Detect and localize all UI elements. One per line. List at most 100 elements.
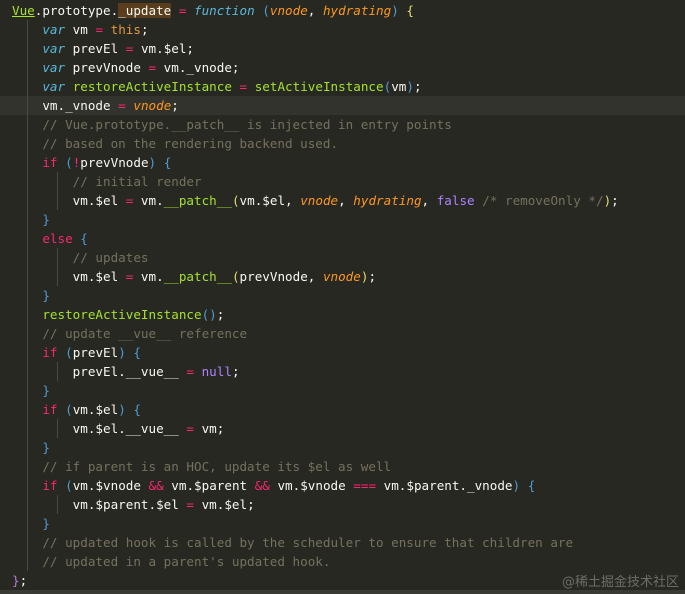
code-text: ; [231,364,240,379]
code-editor[interactable]: Vue.prototype._update = function (vnode,… [0,1,685,590]
operator: = [186,364,194,379]
code-line[interactable]: var restoreActiveInstance = setActiveIns… [0,77,685,96]
code-line[interactable]: restoreActiveInstance(); [0,305,685,324]
indent-guide [57,495,59,514]
indent-guide [57,172,59,191]
bracket: ( [65,478,73,493]
indent-guide [57,191,59,210]
code-text: , [421,193,437,208]
code-line[interactable]: } [0,210,685,229]
code-text: , [307,3,323,18]
indent-guide [27,362,28,381]
bracket: } [42,288,50,303]
indent-guide [27,39,28,58]
bracket: ) [406,79,414,94]
keyword: var [42,60,66,75]
comment: // updated hook is called by the schedul… [42,535,574,550]
code-text: vm.$vnode [72,478,149,493]
code-line[interactable]: // based on the rendering backend used. [0,134,685,153]
constant: false [436,193,475,208]
code-line[interactable]: vm.$el.__vue__ = vm; [0,419,685,438]
code-line[interactable]: // Vue.prototype.__patch__ is injected i… [0,115,685,134]
indent-guide [27,96,28,115]
constant: null [201,364,232,379]
code-text: prevEl.__vue__ [72,364,187,379]
code-text: prevVnode [80,155,149,170]
code-line[interactable]: var vm = this; [0,20,685,39]
code-text: vm.$el; [194,497,255,512]
code-text: vm.$parent._vnode [376,478,513,493]
code-line[interactable]: // updates [0,248,685,267]
code-text: vm; [194,421,225,436]
code-line[interactable]: } [0,514,685,533]
code-text: vm._vnode; [156,60,240,75]
code-text: vm.$el [72,402,119,417]
bracket: ) [148,155,157,170]
code-line[interactable]: prevEl.__vue__ = null; [0,362,685,381]
code-line[interactable]: } [0,438,685,457]
indent-guide [27,400,28,419]
indent-guide [27,476,28,495]
indent-guide [27,134,28,153]
function-name: __patch__ [163,193,232,208]
code-text: vm. [133,269,164,284]
code-line[interactable]: if (!prevVnode) { [0,153,685,172]
keyword: var [42,41,66,56]
bracket: () [201,307,217,322]
code-line[interactable]: // updated hook is called by the schedul… [0,533,685,552]
function-name: restoreActiveInstance [72,79,232,94]
code-line[interactable]: // initial render [0,172,685,191]
operator: && [148,478,164,493]
bracket: ) [118,402,126,417]
code-line[interactable]: if (vm.$vnode && vm.$parent && vm.$vnode… [0,476,685,495]
indent-guide [27,20,28,39]
code-line[interactable]: // if parent is an HOC, update its $el a… [0,457,685,476]
highlighted-identifier: _update [118,3,172,18]
code-line[interactable]: vm.$el = vm.__patch__(vm.$el, vnode, hyd… [0,191,685,210]
operator: else [42,231,73,246]
bracket: { [406,3,414,18]
identifier: Vue [12,3,35,18]
indent-guide [27,419,28,438]
function-name: __patch__ [163,269,232,284]
code-line[interactable]: } [0,381,685,400]
parameter: vnode [133,98,172,113]
code-line[interactable]: if (vm.$el) { [0,400,685,419]
operator: = [148,60,157,75]
comment: // update __vue__ reference [42,326,248,341]
code-line[interactable]: else { [0,229,685,248]
code-line[interactable]: vm._vnode = vnode; [0,96,685,115]
code-text: ; [171,98,179,113]
function-name: setActiveInstance [254,79,384,94]
code-line[interactable]: vm.$el = vm.__patch__(prevVnode, vnode); [0,267,685,286]
bracket: { [527,478,536,493]
code-line[interactable]: var prevEl = vm.$el; [0,39,685,58]
code-line[interactable]: // updated in a parent's updated hook. [0,552,685,571]
bracket: ) [391,3,399,18]
bracket: { [133,345,141,360]
code-line[interactable]: // update __vue__ reference [0,324,685,343]
operator: if [42,155,58,170]
operator: if [42,478,58,493]
indent-guide [27,77,28,96]
code-line[interactable]: if (prevEl) { [0,343,685,362]
indent-guide [57,248,59,267]
code-line[interactable]: } [0,286,685,305]
bracket: ( [65,345,73,360]
bracket: } [42,516,50,531]
code-line[interactable]: Vue.prototype._update = function (vnode,… [0,1,685,20]
code-line[interactable]: var prevVnode = vm._vnode; [0,58,685,77]
indent-guide [27,58,28,77]
code-text: vm. [133,193,164,208]
horizontal-scrollbar[interactable] [0,590,685,594]
operator: = [186,421,194,436]
code-line[interactable]: vm.$parent.$el = vm.$el; [0,495,685,514]
